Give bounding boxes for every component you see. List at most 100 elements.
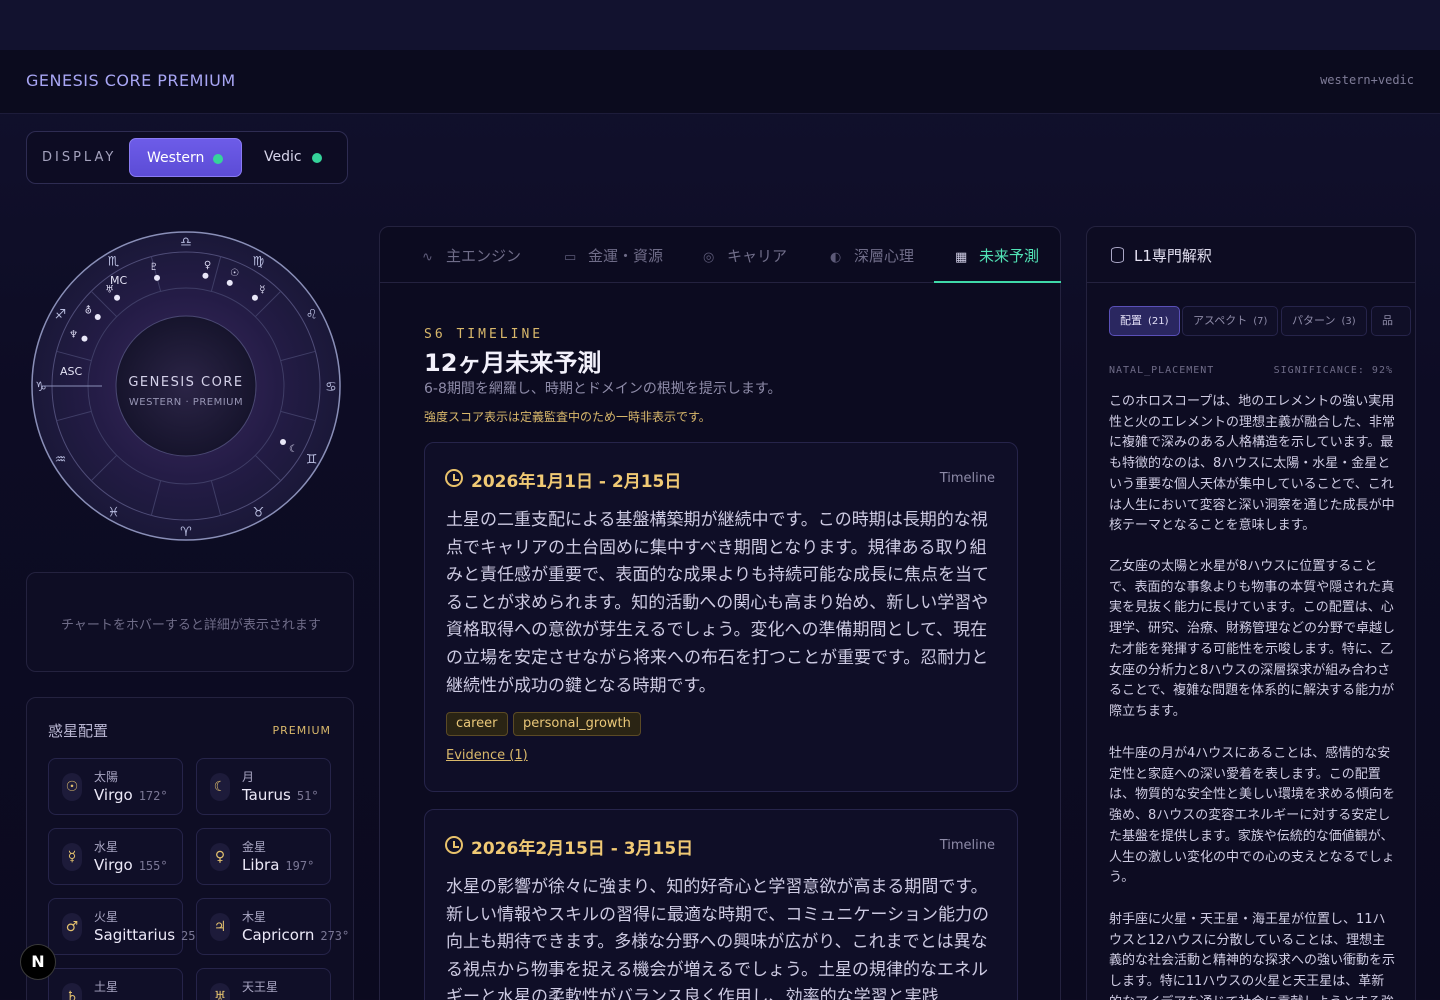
zodiac-sign-glyph: ♓ <box>108 506 120 521</box>
planet-dot <box>226 279 233 286</box>
timeline-body: 土星の二重支配による基盤構築期が継続中です。この時期は長期的な視点でキャリアの土… <box>446 510 989 696</box>
planet-sign: Libra 197° <box>242 856 314 874</box>
zodiac-sign-glyph: ♐ <box>55 308 67 323</box>
natal-chart-wheel[interactable]: ♎♍♌♋♊♉♈♓♒♑♐♏ ♀☉☿♇♅⛢♆☾ GENESIS CORE WESTE… <box>30 230 342 542</box>
planet-card[interactable]: ☉ 太陽 Virgo 172° <box>48 758 183 815</box>
chip-label: 品 <box>1382 314 1393 327</box>
planet-glyph-icon: ♀ <box>210 843 230 871</box>
asc-label: ASC <box>60 365 83 378</box>
zodiac-sign-glyph: ♑ <box>35 380 47 395</box>
timeline-kind: Timeline <box>939 471 995 486</box>
planet-degree: 51° <box>296 789 319 803</box>
pulse-icon: ∿ <box>422 250 433 265</box>
planet-name: 天王星 <box>242 980 279 994</box>
tab-finance[interactable]: ▭ 金運・資源 <box>564 245 663 266</box>
tab-main-engine[interactable]: ∿ 主エンジン <box>422 245 521 266</box>
premium-badge: PREMIUM <box>272 724 331 737</box>
planet-sign-text: Taurus <box>242 786 291 804</box>
display-vedic-button[interactable]: Vedic <box>249 138 339 177</box>
zodiac-sign-glyph: ♍ <box>253 254 265 269</box>
planet-card[interactable]: ♀ 金星 Libra 197° <box>196 828 331 885</box>
planet-degree: 273° <box>320 929 350 943</box>
planet-sign: Virgo 155° <box>94 856 168 874</box>
planet-sign-text: Capricorn <box>242 926 315 944</box>
tab-label: 主エンジン <box>446 247 522 265</box>
hover-hint-text: チャートをホバーすると詳細が表示されます <box>61 618 321 633</box>
chip-pattern[interactable]: パターン (3) <box>1281 306 1367 336</box>
planet-glyph: ☉ <box>230 268 239 279</box>
app-header: GENESIS CORE PREMIUM western+vedic <box>0 50 1440 114</box>
display-vedic-label: Vedic <box>264 149 302 165</box>
chip-label: アスペクト <box>1193 314 1248 327</box>
target-icon: ◎ <box>703 250 715 265</box>
planet-card[interactable]: ♄ 土星 <box>48 968 183 1000</box>
planet-sign: Sagittarius256° <box>94 926 210 944</box>
timeline-card: 2026年2月15日 - 3月15日 Timeline 水星の影響が徐々に強まり… <box>424 809 1018 1000</box>
evidence-link[interactable]: Evidence (1) <box>446 748 528 763</box>
planet-glyph: ♀ <box>204 260 211 271</box>
planet-dot <box>114 294 121 301</box>
planet-glyph-icon: ☿ <box>62 843 82 871</box>
planet-dot <box>94 314 101 321</box>
timeline-body: 水星の影響が徐々に強まり、知的好奇心と学習意欲が高まる期間です。新しい情報やスキ… <box>446 877 989 1000</box>
planet-glyph-icon: ☉ <box>62 773 82 801</box>
planet-degree: 172° <box>138 789 168 803</box>
planet-card[interactable]: ♅ 天王星 <box>196 968 331 1000</box>
next-devtools-button[interactable]: N <box>20 944 56 980</box>
zodiac-sign-glyph: ♒ <box>55 453 67 468</box>
planet-glyph: ♇ <box>149 262 158 273</box>
app-title: GENESIS CORE PREMIUM <box>26 71 236 90</box>
planet-name: 木星 <box>242 910 267 924</box>
planet-card[interactable]: ♃ 木星 Capricorn 273° <box>196 898 349 955</box>
planet-sign-text: Virgo <box>94 786 133 804</box>
planet-name: 火星 <box>94 910 119 924</box>
tag-career: career <box>446 712 508 736</box>
mode-indicator: western+vedic <box>1320 73 1414 87</box>
planet-dot <box>81 335 88 342</box>
timeline-date: 2026年2月15日 - 3月15日 <box>471 839 694 859</box>
planet-degree: 197° <box>285 859 315 873</box>
planet-dot <box>154 274 161 281</box>
planet-dot <box>279 439 286 445</box>
interpretation-paragraph: このホロスコープは、地のエレメントの強い実用性と火のエレメントの理想主義が融合し… <box>1109 394 1396 534</box>
planet-name: 土星 <box>94 980 119 994</box>
zodiac-sign-glyph: ♉ <box>253 506 265 521</box>
interpretation-paragraph: 乙女座の太陽と水星が8ハウスに位置することで、表面的な事象よりも物事の本質や隠さ… <box>1109 559 1396 719</box>
chip-count: (3) <box>1341 316 1356 327</box>
chart-hover-hint: チャートをホバーすると詳細が表示されます <box>26 572 354 672</box>
tab-label: 深層心理 <box>854 247 915 265</box>
tag-personal-growth: personal_growth <box>513 712 641 736</box>
wallet-icon: ▭ <box>564 250 577 265</box>
planet-card[interactable]: ☿ 水星 Virgo 155° <box>48 828 183 885</box>
display-western-button[interactable]: Western <box>129 138 242 177</box>
chip-aspect[interactable]: アスペクト (7) <box>1182 306 1279 336</box>
tab-label: キャリア <box>727 247 788 265</box>
top-band <box>0 0 1440 50</box>
forecast-panel: ∿ 主エンジン ▭ 金運・資源 ◎ キャリア ◐ 深層心理 ▦ 未来予測 S6 TIMEL… <box>379 226 1061 1000</box>
brain-icon: ◐ <box>830 250 842 265</box>
clock-icon <box>445 469 463 487</box>
interpretation-paragraph: 牡牛座の月が4ハウスにあることは、感情的な安定性と家庭への深い愛着を表します。こ… <box>1109 746 1396 886</box>
section-note: 強度スコア表示は定義監査中のため一時非表示です。 <box>424 410 711 424</box>
chip-count: (21) <box>1148 316 1169 327</box>
status-dot-icon <box>213 154 223 164</box>
section-title: 12ヶ月未来予測 <box>424 349 602 377</box>
tab-career[interactable]: ◎ キャリア <box>703 245 787 266</box>
planet-card[interactable]: ♂ 火星 Sagittarius256° <box>48 898 210 955</box>
significance-score: SIGNIFICANCE: 92% <box>1273 365 1393 376</box>
planet-card[interactable]: ☾ 月 Taurus 51° <box>196 758 331 815</box>
planet-sign-text: Virgo <box>94 856 133 874</box>
clock-icon <box>445 836 463 854</box>
zodiac-sign-glyph: ♎ <box>180 235 192 250</box>
planet-glyph-icon: ♂ <box>62 913 82 941</box>
planet-glyph: ☿ <box>259 284 265 295</box>
mc-label: MC <box>110 274 127 287</box>
tab-psychology[interactable]: ◐ 深層心理 <box>830 245 914 266</box>
chip-quality[interactable]: 品 <box>1371 306 1411 336</box>
planet-sign-text: Sagittarius <box>94 926 176 944</box>
chip-placement[interactable]: 配置 (21) <box>1109 306 1180 336</box>
database-icon <box>1111 247 1124 263</box>
planet-name: 太陽 <box>94 770 119 784</box>
planet-name: 金星 <box>242 840 267 854</box>
tab-forecast[interactable]: ▦ 未来予測 <box>955 245 1039 266</box>
